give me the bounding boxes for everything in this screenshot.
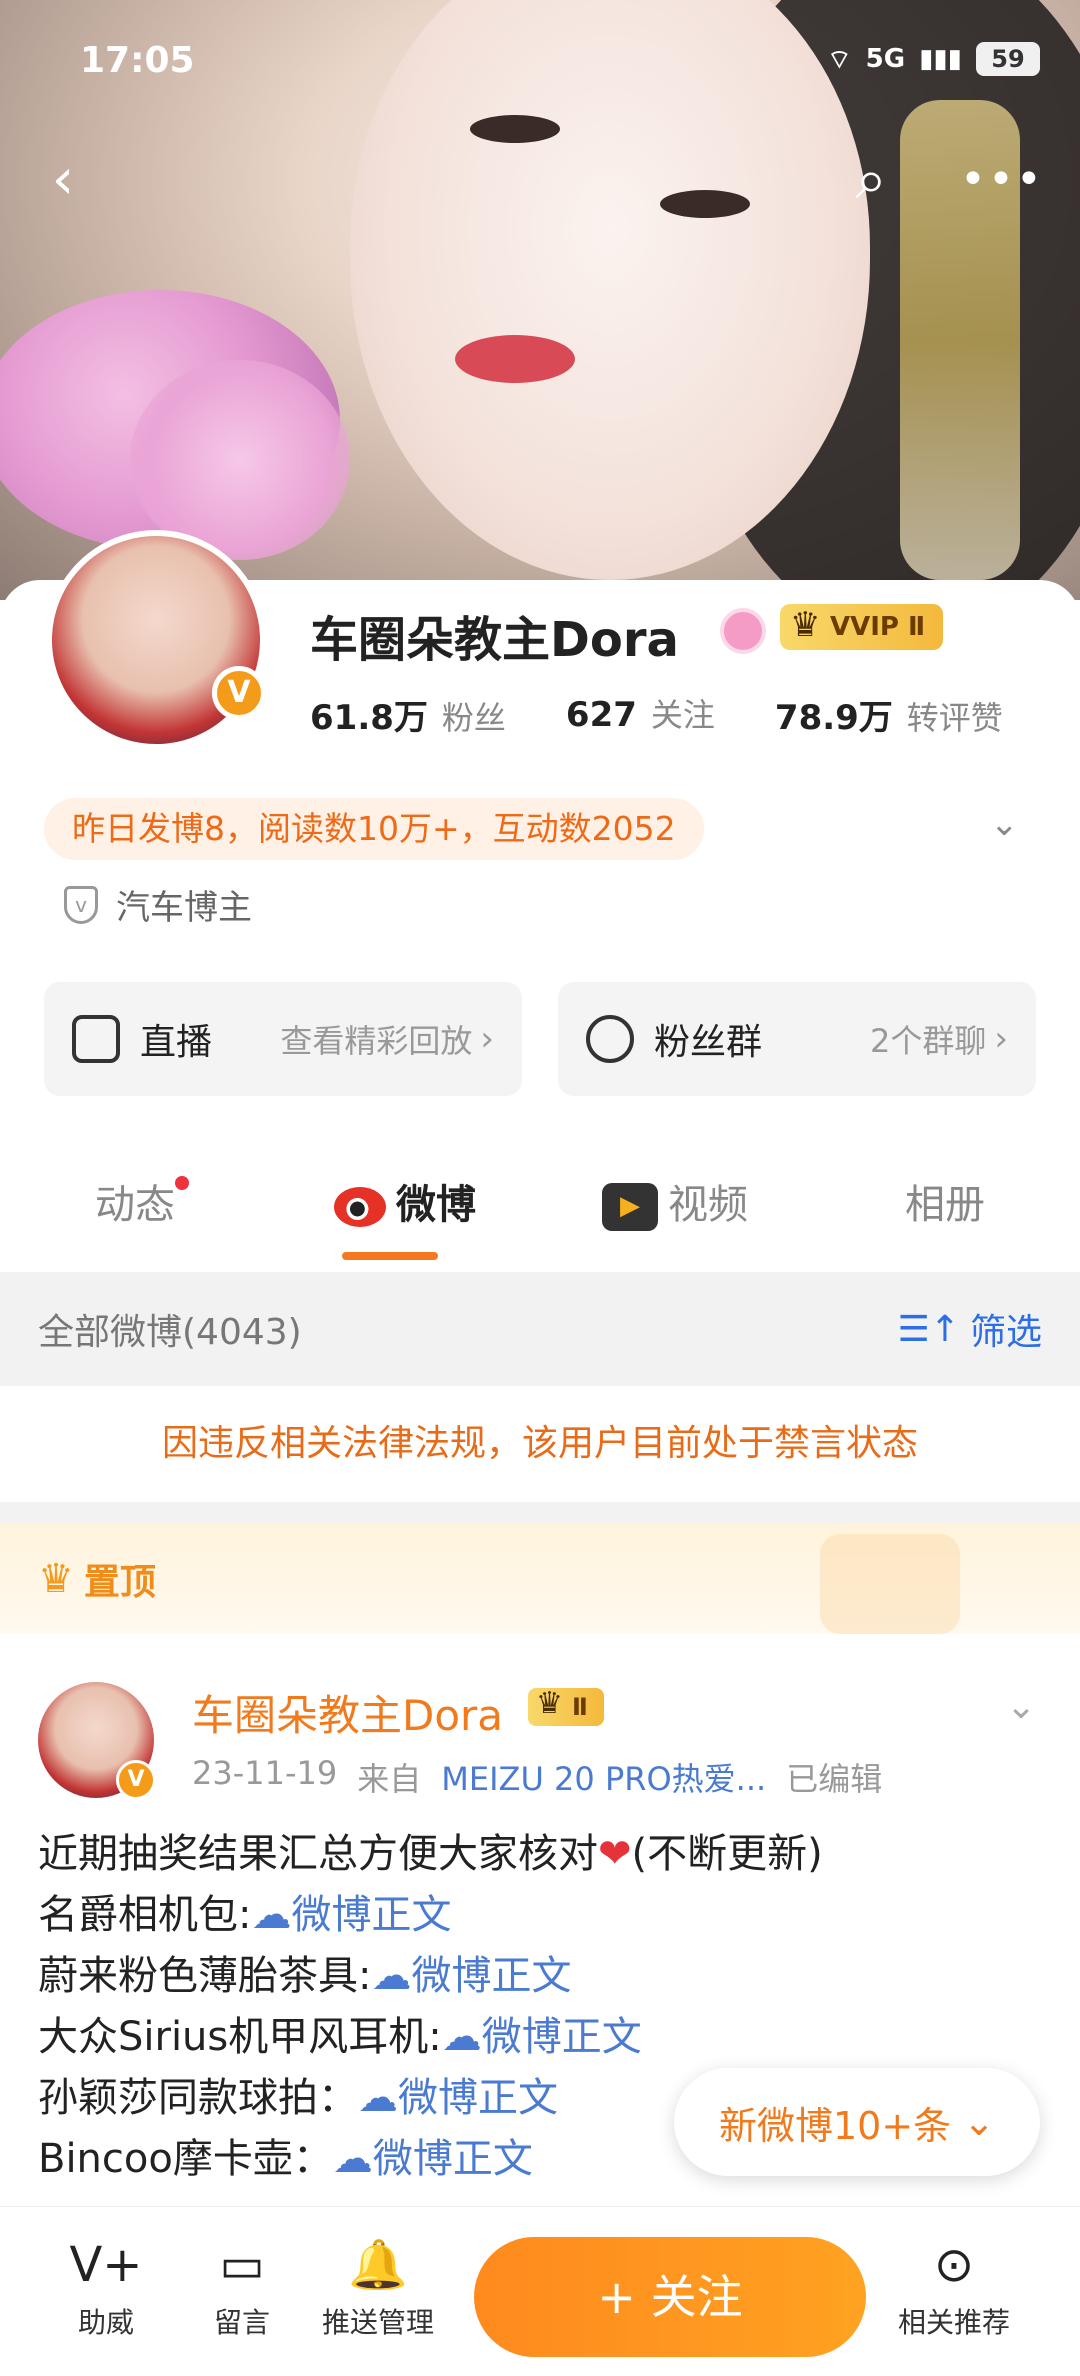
heart-icon: ❤	[598, 1831, 632, 1877]
profile-page: 17:05 ⌔ 5G ▮▮▮ 59 ‹ ⌕ ••• V 车圈朵教主Dora VV…	[0, 0, 1080, 2376]
post-link[interactable]: ☁微博正文	[371, 1953, 571, 1999]
more-icon: •••	[960, 154, 1044, 205]
network-label: 5G	[865, 44, 906, 74]
profile-stats: 61.8万 粉丝 627 关注 78.9万 转评赞	[310, 690, 1003, 739]
activity-summary: 昨日发博8，阅读数10万+，互动数2052	[44, 798, 704, 860]
post-author[interactable]: 车圈朵教主Dora	[192, 1682, 503, 1743]
vvip-badge[interactable]: VVIP Ⅱ	[780, 602, 944, 650]
post-meta: 23-11-19 来自 MEIZU 20 PRO热爱... 已编辑	[192, 1754, 883, 1798]
status-time: 17:05	[80, 40, 195, 81]
live-card[interactable]: 直播 查看精彩回放 ›	[44, 982, 522, 1096]
filter-bar: 全部微博(4043) ☰↑ 筛选	[0, 1272, 1080, 1386]
chevron-right-icon: ›	[480, 1019, 494, 1059]
battery-indicator: 59	[976, 42, 1040, 76]
filter-button[interactable]: ☰↑ 筛选	[898, 1303, 1042, 1355]
video-icon	[602, 1183, 658, 1231]
verified-badge-icon: V	[116, 1760, 156, 1800]
chevron-left-icon: ‹	[51, 147, 75, 212]
fan-group-card[interactable]: 粉丝群 2个群聊 ›	[558, 982, 1036, 1096]
active-tab-underline	[342, 1252, 438, 1260]
tab-activity[interactable]: 动态	[0, 1140, 270, 1270]
up-circle-icon: ⊙	[933, 2237, 975, 2293]
pinned-label: 置顶	[83, 1562, 156, 1603]
wifi-icon: ⌔	[827, 44, 852, 75]
message-button[interactable]: ▭ 留言	[172, 2235, 312, 2341]
feature-cards: 直播 查看精彩回放 › 粉丝群 2个群聊 ›	[44, 982, 1036, 1096]
weibo-logo-icon	[334, 1187, 386, 1227]
status-bar: 17:05 ⌔ 5G ▮▮▮ 59	[0, 0, 1080, 130]
stat-followers[interactable]: 61.8万 粉丝	[310, 690, 506, 739]
ban-notice: 因违反相关法律法规，该用户目前处于禁言状态	[0, 1386, 1080, 1502]
message-icon: ▭	[219, 2237, 265, 2293]
category-tag: v 汽车博主	[64, 880, 252, 929]
shield-icon: v	[64, 885, 98, 924]
tab-weibo[interactable]: 微博	[270, 1140, 540, 1270]
people-icon	[586, 1015, 634, 1063]
signal-icon: ▮▮▮	[919, 44, 962, 74]
bottom-bar: V+ 助威 ▭ 留言 🔔 推送管理 + 关注 ⊙ 相关推荐	[0, 2206, 1080, 2376]
post-link[interactable]: ☁微博正文	[358, 2075, 558, 2121]
crown-icon: ♛	[38, 1556, 74, 1602]
back-button[interactable]: ‹	[28, 145, 98, 215]
cheer-icon: V+	[69, 2237, 143, 2293]
stat-following[interactable]: 627 关注	[566, 690, 715, 739]
push-settings-button[interactable]: 🔔 推送管理	[308, 2235, 448, 2341]
tab-album[interactable]: 相册	[810, 1140, 1080, 1270]
post-link[interactable]: ☁微博正文	[333, 2136, 533, 2182]
double-chevron-down-icon: ⌄	[963, 2100, 996, 2144]
notification-dot	[175, 1176, 189, 1190]
more-button[interactable]: •••	[960, 145, 1042, 215]
cheer-button[interactable]: V+ 助威	[36, 2235, 176, 2341]
related-recommend-button[interactable]: ⊙ 相关推荐	[884, 2235, 1024, 2341]
verified-badge-icon: V	[212, 666, 266, 720]
pink-badge-icon[interactable]	[720, 608, 766, 654]
search-icon: ⌕	[855, 147, 887, 212]
all-posts-count: 全部微博(4043)	[38, 1312, 302, 1353]
filter-icon: ☰↑	[897, 1308, 960, 1350]
bell-icon: 🔔	[348, 2237, 408, 2293]
tab-video[interactable]: 视频	[540, 1140, 810, 1270]
follow-button[interactable]: + 关注	[474, 2237, 866, 2357]
new-posts-button[interactable]: 新微博10+条 ⌄	[674, 2068, 1040, 2176]
search-button[interactable]: ⌕	[836, 145, 906, 215]
post-link[interactable]: ☁微博正文	[442, 2014, 642, 2060]
post-link[interactable]: ☁微博正文	[251, 1892, 451, 1938]
profile-name: 车圈朵教主Dora	[310, 612, 679, 668]
chevron-down-icon[interactable]: ⌄	[990, 804, 1019, 844]
stat-interactions[interactable]: 78.9万 转评赞	[775, 690, 1003, 739]
tv-icon	[72, 1015, 120, 1063]
pinned-header: ♛ 置顶	[0, 1524, 1080, 1634]
chevron-right-icon: ›	[994, 1019, 1008, 1059]
vip-badge[interactable]: Ⅱ	[528, 1685, 604, 1726]
chevron-down-icon[interactable]: ⌄	[1006, 1686, 1036, 1727]
profile-tabs: 动态 微博 视频 相册	[0, 1140, 1080, 1270]
